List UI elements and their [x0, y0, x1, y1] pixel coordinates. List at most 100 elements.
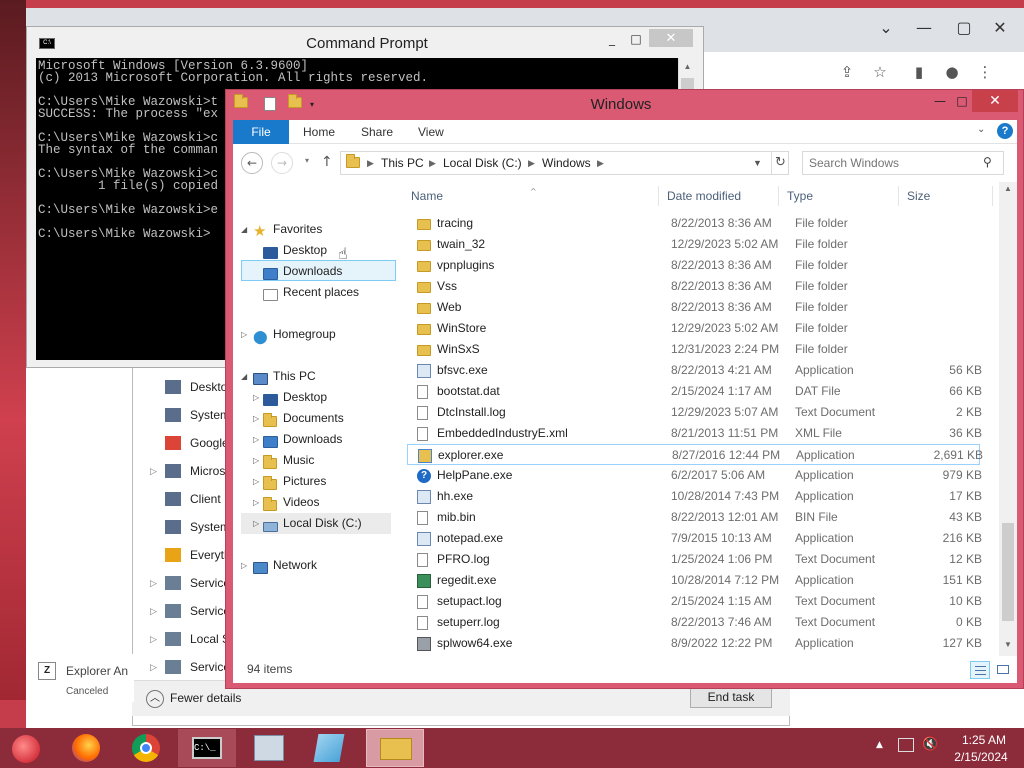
tab-home[interactable]: Home [303, 120, 335, 144]
nav-this-pc[interactable]: ◢ This PC [241, 366, 391, 387]
breadcrumb-local-disk[interactable]: Local Disk (C:) [443, 152, 522, 174]
file-row[interactable]: hh.exe 10/28/2014 7:43 PM Application 17 KB [407, 486, 982, 507]
file-row[interactable]: vpnplugins 8/22/2013 8:36 AM File folder [407, 255, 980, 276]
nav-videos[interactable]: ▷ Videos [241, 492, 391, 513]
process-row[interactable]: Deskto [133, 373, 233, 401]
column-size[interactable]: Size [901, 186, 993, 206]
nav-pictures[interactable]: ▷ Pictures [241, 471, 391, 492]
process-row[interactable]: ▷ Micros [133, 457, 233, 485]
breadcrumb-windows[interactable]: Windows [542, 152, 591, 174]
expand-arrow-icon[interactable]: ▷ [150, 597, 157, 625]
close-button[interactable]: ✕ [649, 29, 693, 47]
properties-icon[interactable] [264, 97, 280, 113]
search-input[interactable] [809, 154, 979, 172]
file-row[interactable]: setupact.log 2/15/2024 1:15 AM Text Docume… [407, 591, 982, 612]
back-button[interactable]: ← [241, 152, 263, 174]
file-row[interactable]: ? HelpPane.exe 6/2/2017 5:06 AM Application… [407, 465, 982, 486]
taskbar-notepad[interactable] [302, 729, 360, 767]
expand-ribbon-icon[interactable]: ⌄ [977, 124, 985, 135]
search-icon[interactable]: ⚲ [983, 155, 992, 169]
explorer-window[interactable]: ▾ Windows — □ ✕ File Home Share View ⌄ ?… [225, 89, 1024, 689]
details-view-button[interactable] [970, 661, 990, 679]
nav-local-disk[interactable]: ▷ Local Disk (C:) [241, 513, 391, 534]
process-row[interactable]: Client [133, 485, 233, 513]
file-row[interactable]: splwow64.exe 8/9/2022 12:22 PM Application… [407, 633, 982, 654]
file-row[interactable]: Vss 8/22/2013 8:36 AM File folder [407, 276, 980, 297]
taskbar-explorer[interactable] [366, 729, 424, 767]
column-name[interactable]: Name ^ [405, 186, 659, 206]
file-row[interactable]: Starter.xml 8/21/2013 11:51 PM XML File 36 … [407, 654, 980, 656]
file-row[interactable]: WinStore 12/29/2023 5:02 AM File folder [407, 318, 980, 339]
file-row[interactable]: explorer.exe 8/27/2016 12:44 PM Applicatio… [407, 444, 983, 465]
chevron-down-icon[interactable]: ⌄ [868, 14, 904, 42]
chevron-down-icon[interactable]: ▼ [753, 152, 762, 174]
file-row[interactable]: DtcInstall.log 12/29/2023 5:07 AM Text Doc… [407, 402, 982, 423]
sidebar-icon[interactable]: ▮ [906, 60, 932, 84]
large-icons-view-button[interactable] [993, 661, 1013, 679]
file-list-scrollbar[interactable]: ▲ ▼ [999, 182, 1017, 656]
file-row[interactable]: WinSxS 12/31/2023 2:24 PM File folder [407, 339, 980, 360]
maximize-icon[interactable]: □ [625, 29, 647, 49]
process-row[interactable]: Everyth [133, 541, 233, 569]
more-icon[interactable]: ⋮ [972, 60, 998, 84]
file-row[interactable]: PFRO.log 1/25/2024 1:06 PM Text Document 12… [407, 549, 982, 570]
nav-homegroup[interactable]: ▷ ⬤ Homegroup [241, 324, 391, 345]
file-row[interactable]: mib.bin 8/22/2013 12:01 AM BIN File 43 KB [407, 507, 982, 528]
process-row[interactable]: ▷ Service [133, 653, 233, 681]
process-row[interactable]: ▷ Local S [133, 625, 233, 653]
maximize-icon[interactable]: ▢ [946, 14, 982, 42]
clock-date[interactable]: 2/15/2024 [948, 750, 1014, 764]
volume-muted-icon[interactable]: 🔇 [922, 737, 938, 752]
chevron-right-icon[interactable]: ▶ [597, 152, 604, 174]
file-row[interactable]: tracing 8/22/2013 8:36 AM File folder [407, 213, 980, 234]
nav-documents[interactable]: ▷ Documents [241, 408, 391, 429]
file-row[interactable]: Web 8/22/2013 8:36 AM File folder [407, 297, 980, 318]
customize-qa-icon[interactable]: ▾ [310, 97, 326, 113]
help-icon[interactable]: ? [997, 123, 1013, 139]
scroll-up-icon[interactable]: ▲ [679, 58, 696, 75]
minimize-icon[interactable]: — [906, 14, 942, 42]
process-row[interactable]: ▷ Service [133, 569, 233, 597]
nav-pc-desktop[interactable]: ▷ Desktop [241, 387, 391, 408]
column-date[interactable]: Date modified [661, 186, 779, 206]
scroll-up-icon[interactable]: ▲ [999, 184, 1017, 193]
nav-music[interactable]: ▷ Music [241, 450, 391, 471]
minimize-icon[interactable]: _ [601, 29, 623, 49]
process-row[interactable]: ▷ Service [133, 597, 233, 625]
close-icon[interactable]: ✕ [982, 14, 1018, 42]
explorer-titlebar[interactable]: ▾ Windows — □ ✕ [226, 90, 1023, 120]
scroll-down-icon[interactable]: ▼ [999, 640, 1017, 649]
start-button[interactable] [0, 729, 58, 767]
process-row[interactable]: System [133, 513, 233, 541]
profile-icon[interactable]: ● [939, 60, 965, 84]
tab-share[interactable]: Share [361, 120, 393, 144]
expand-arrow-icon[interactable]: ▷ [150, 625, 157, 653]
expand-arrow-icon[interactable]: ▷ [150, 569, 157, 597]
share-icon[interactable]: ⇪ [834, 60, 860, 84]
search-box[interactable]: ⚲ [802, 151, 1004, 175]
recent-locations-icon[interactable]: ▾ [305, 156, 309, 165]
forward-button[interactable]: → [271, 152, 293, 174]
tab-view[interactable]: View [418, 120, 444, 144]
scroll-thumb[interactable] [1002, 523, 1014, 621]
process-row[interactable]: Google [133, 429, 233, 457]
nav-favorites[interactable]: ◢ ★ Favorites [241, 219, 391, 240]
end-task-button[interactable]: End task [690, 686, 772, 708]
expand-arrow-icon[interactable]: ▷ [150, 457, 157, 485]
file-row[interactable]: bfsvc.exe 8/22/2013 4:21 AM Application 56 … [407, 360, 982, 381]
taskbar-firefox[interactable] [58, 729, 116, 767]
process-row[interactable]: System [133, 401, 233, 429]
refresh-icon[interactable]: ↻ [771, 152, 789, 174]
show-hidden-icons-icon[interactable]: ▲ [876, 740, 883, 750]
clock-time[interactable]: 1:25 AM [956, 733, 1012, 747]
nav-network[interactable]: ▷ Network [241, 555, 391, 576]
up-button[interactable]: ↑ [321, 154, 333, 170]
network-tray-icon[interactable] [898, 738, 914, 752]
chevron-right-icon[interactable]: ▶ [429, 152, 436, 174]
file-row[interactable]: bootstat.dat 2/15/2024 1:17 AM DAT File 66 … [407, 381, 982, 402]
nav-desktop[interactable]: Desktop [241, 240, 391, 261]
nav-pc-downloads[interactable]: ▷ Downloads [241, 429, 391, 450]
fewer-details-button[interactable]: ︿ Fewer details [146, 687, 241, 709]
file-row[interactable]: twain_32 12/29/2023 5:02 AM File folder [407, 234, 980, 255]
column-type[interactable]: Type [781, 186, 899, 206]
